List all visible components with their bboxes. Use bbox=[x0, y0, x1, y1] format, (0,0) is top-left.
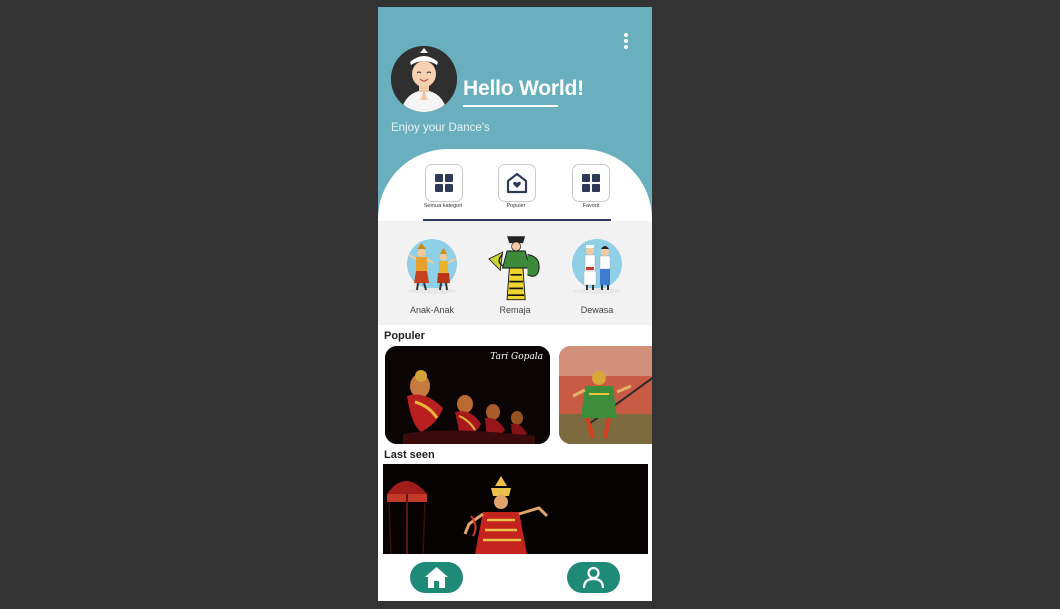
category-label: Remaja bbox=[499, 305, 531, 315]
dance-photo bbox=[383, 464, 648, 554]
phone-screen: Hello World! Enjoy your Dance's Semua ka… bbox=[378, 7, 652, 601]
grid-icon bbox=[435, 174, 453, 192]
greeting-title: Hello World! bbox=[463, 77, 584, 100]
category-label: Anak-Anak bbox=[409, 305, 455, 315]
profile-icon bbox=[582, 566, 605, 589]
last-seen-section-title: Last seen bbox=[384, 449, 435, 461]
populer-section-title: Populer bbox=[384, 330, 425, 342]
dancers-adult-image bbox=[572, 239, 622, 294]
home-icon bbox=[425, 567, 448, 588]
card-caption: Tari Gopala bbox=[490, 352, 543, 362]
tab-populer[interactable] bbox=[498, 164, 536, 202]
tab-favorit[interactable] bbox=[572, 164, 610, 202]
home-heart-icon bbox=[506, 172, 528, 194]
tab-label-populer: Populer bbox=[506, 203, 526, 209]
greeting-underline bbox=[463, 105, 558, 107]
category-dewasa[interactable]: Dewasa bbox=[561, 237, 633, 317]
bottom-navigation bbox=[378, 554, 652, 601]
more-vertical-icon[interactable] bbox=[618, 31, 634, 51]
last-seen-card[interactable] bbox=[383, 464, 648, 554]
tab-label-favorit: Favorit bbox=[582, 203, 600, 209]
populer-card-2[interactable] bbox=[559, 346, 652, 444]
avatar[interactable] bbox=[391, 46, 457, 112]
category-anak-anak[interactable]: Anak-Anak bbox=[396, 237, 468, 317]
dancer-teen-image bbox=[488, 236, 540, 301]
tab-semua-kategori[interactable] bbox=[425, 164, 463, 202]
category-remaja[interactable]: Remaja bbox=[479, 236, 551, 317]
category-list: Anak-Anak Remaja Dewasa bbox=[378, 221, 652, 325]
category-label: Dewasa bbox=[580, 305, 614, 315]
nav-profile-button[interactable] bbox=[567, 562, 620, 593]
dance-photo bbox=[559, 346, 652, 444]
dancers-children-image bbox=[407, 239, 457, 294]
nav-home-button[interactable] bbox=[410, 562, 463, 593]
grid-icon bbox=[582, 174, 600, 192]
tab-label-semua-kategori: Semua kategori bbox=[423, 203, 463, 209]
populer-card-tari-gopala[interactable]: Tari Gopala bbox=[385, 346, 550, 444]
header-subtitle: Enjoy your Dance's bbox=[391, 122, 490, 134]
